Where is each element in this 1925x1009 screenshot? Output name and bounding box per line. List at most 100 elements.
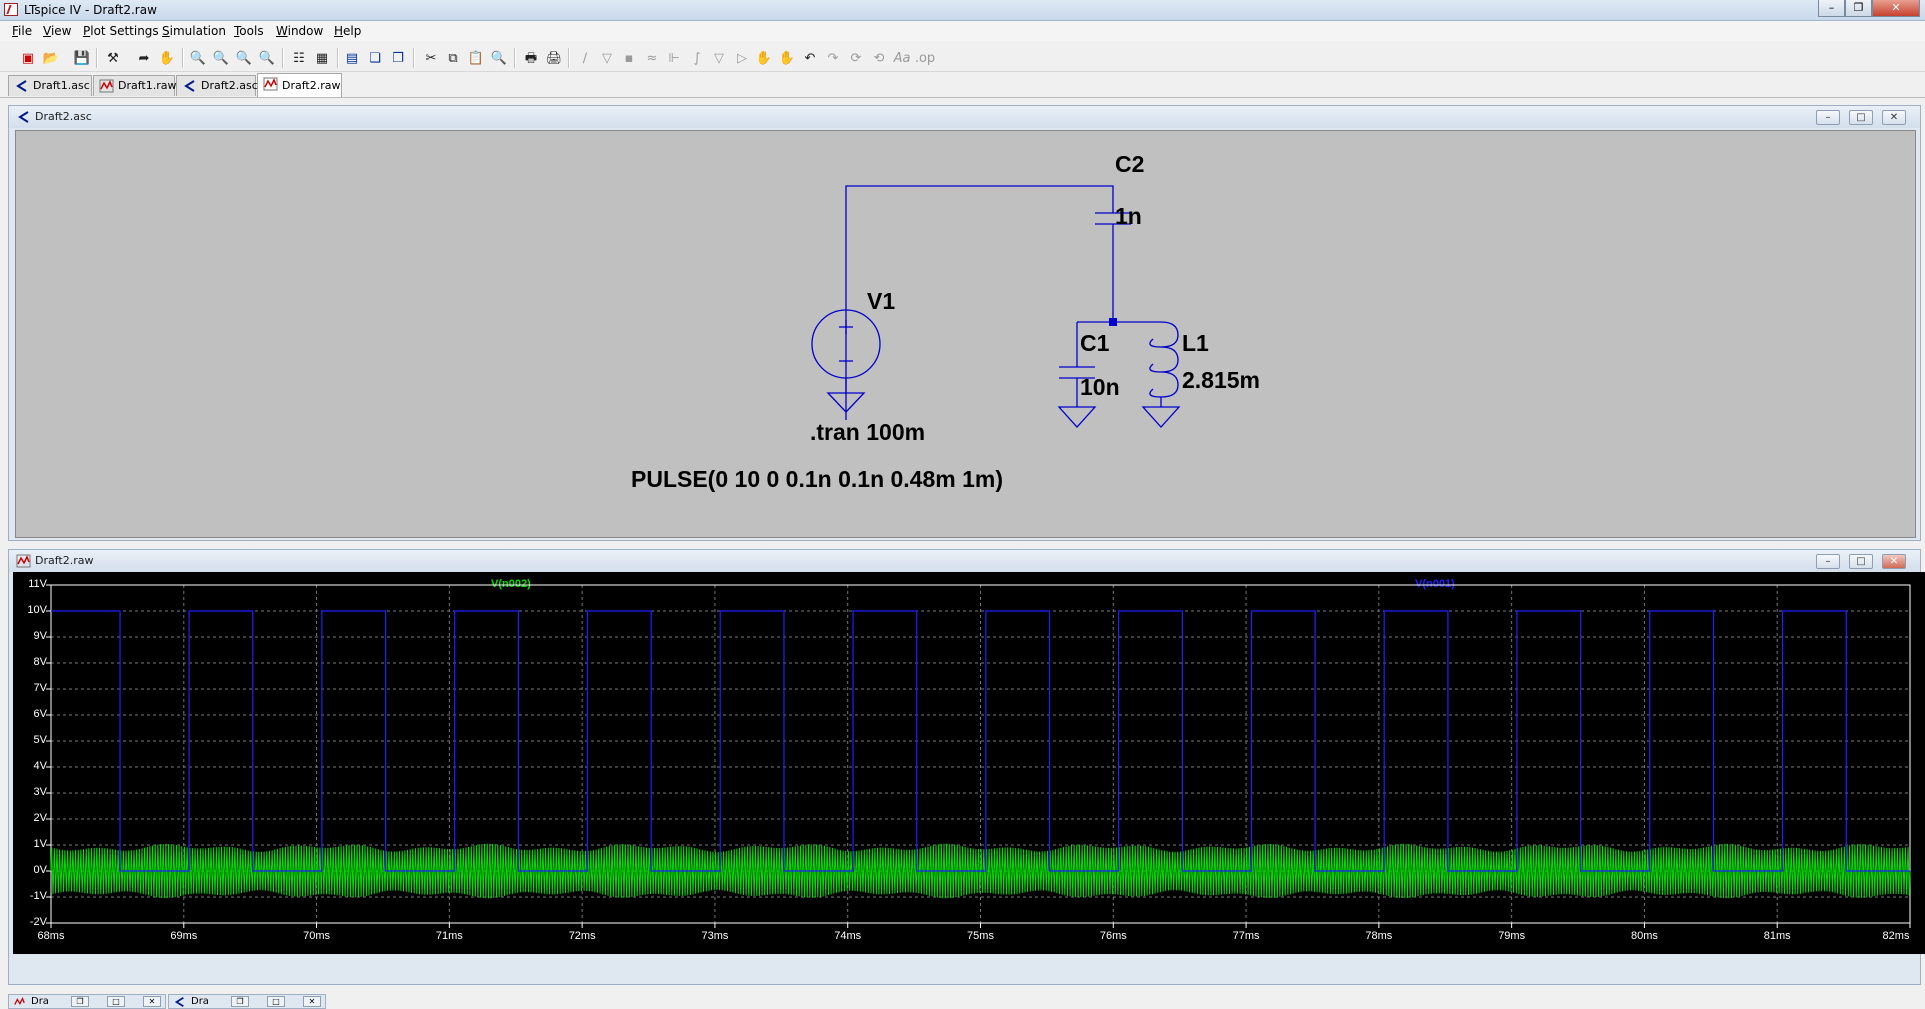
paste-icon[interactable]: 📋 [467,49,485,67]
ground-icon[interactable]: ▽ [598,49,616,67]
tile-horizontal-icon[interactable]: ▤ [343,49,361,67]
print-icon[interactable]: 🖨 [545,49,563,67]
maximize-icon[interactable]: □ [267,996,285,1007]
pan-icon[interactable]: 🔍 [212,49,230,67]
tab-draft1-raw[interactable]: Draft1.raw [93,75,176,96]
schematic-icon [18,111,29,123]
ltspice-app-icon [4,3,18,16]
c2-label[interactable]: C2 [1115,151,1144,178]
waveform-window: Draft2.raw – □ ✕ V(n002) V(n001) 11V 10V 9… [8,549,1925,985]
zoom-in-icon[interactable]: 🔍 [189,49,207,67]
minimized-window[interactable]: Dra ❐ □ ✕ [168,994,326,1009]
inductor-icon[interactable]: ∫ [688,49,706,67]
waveform-window-titlebar[interactable]: Draft2.raw – □ ✕ [9,550,1920,572]
schematic-window-titlebar[interactable]: Draft2.asc – □ ✕ [9,106,1920,128]
tran-directive[interactable]: .tran 100m [810,419,925,446]
menu-plot-settings[interactable]: Plot Settings [83,24,159,38]
cut-icon[interactable]: ✂ [422,49,440,67]
tab-draft2-asc[interactable]: Draft2.asc [176,75,258,96]
mirror-icon[interactable]: ⟲ [870,49,888,67]
spice-directive-icon[interactable]: .op [915,49,935,67]
close-icon[interactable]: ✕ [303,996,321,1007]
c1-label[interactable]: C1 [1080,330,1109,357]
c2-value[interactable]: 1n [1115,203,1142,230]
tab-draft1-asc[interactable]: Draft1.asc [8,75,92,96]
menu-file[interactable]: File [12,24,32,38]
control-panel-icon[interactable]: ⚒ [104,49,122,67]
drag-icon[interactable]: ✋ [778,49,796,67]
menu-bar: File View Plot Settings Simulation Tools… [0,21,1925,41]
menu-view[interactable]: View [43,24,71,38]
ground-symbol [1141,406,1181,428]
restore-icon[interactable]: ❐ [71,996,89,1007]
minimize-button[interactable]: – [1818,0,1845,17]
menu-tools[interactable]: Tools [234,24,264,38]
ground-symbol [1057,406,1097,428]
maximize-icon[interactable]: □ [107,996,125,1007]
schematic-maximize-button[interactable]: □ [1849,110,1873,125]
x-tick-label: 80ms [1630,930,1658,942]
text-icon[interactable]: Aa [893,49,911,67]
tab-draft2-raw[interactable]: Draft2.raw [257,73,342,97]
y-tick-label: 8V [33,656,47,668]
component-icon[interactable]: ▷ [733,49,751,67]
v1-source-value[interactable]: PULSE(0 10 0 0.1n 0.1n 0.48m 1m) [631,466,1003,493]
rotate-icon[interactable]: ⟳ [847,49,865,67]
waveform-icon [16,554,31,568]
menu-simulation[interactable]: Simulation [162,24,226,38]
close-icon[interactable]: ✕ [143,996,161,1007]
label-net-icon[interactable]: ▪ [620,49,638,67]
y-tick-label: 0V [33,864,47,876]
schematic-minimize-button[interactable]: – [1816,110,1840,125]
document-tabs: Draft1.asc Draft1.raw Draft2.asc Draft2.… [0,73,1925,98]
resistor-icon[interactable]: ≈ [643,49,661,67]
c1-value[interactable]: 10n [1080,374,1120,401]
zoom-fit-icon[interactable]: 🔍 [258,49,276,67]
undo-icon[interactable]: ↶ [801,49,819,67]
redo-icon[interactable]: ↷ [824,49,842,67]
schematic-icon [16,80,27,92]
close-button[interactable]: ✕ [1872,0,1920,17]
pick-visible-traces-icon[interactable]: ▦ [313,49,331,67]
tile-vertical-icon[interactable]: ❐ [389,49,407,67]
schematic-canvas[interactable]: C2 1n V1 C1 10n L1 2.815m .tran 100m PUL… [15,130,1916,538]
print-preview-icon[interactable]: 🖶 [522,49,540,67]
plot-svg [46,584,1911,928]
move-icon[interactable]: ✋ [755,49,773,67]
find-icon[interactable]: 🔍 [490,49,508,67]
zoom-out-icon[interactable]: 🔍 [235,49,253,67]
save-icon[interactable]: 💾 [73,49,91,67]
waveform-icon [263,77,278,91]
l1-label[interactable]: L1 [1182,330,1209,357]
l1-value[interactable]: 2.815m [1182,367,1260,394]
waveform-close-button[interactable]: ✕ [1882,554,1906,569]
draw-wire-icon[interactable]: ∕ [576,49,594,67]
waveform-minimize-button[interactable]: – [1816,554,1840,569]
capacitor-icon[interactable]: ⊩ [665,49,683,67]
diode-icon[interactable]: ▽ [710,49,728,67]
title-bar: LTspice IV - Draft2.raw – ❐ ✕ [0,0,1925,21]
run-icon[interactable]: ➦ [135,49,153,67]
autorange-icon[interactable]: ☷ [290,49,308,67]
cascade-icon[interactable]: ❏ [366,49,384,67]
x-tick-label: 78ms [1365,930,1393,942]
junction-dot [1109,318,1117,326]
halt-icon[interactable]: ✋ [158,49,176,67]
restore-icon[interactable]: ❐ [231,996,249,1007]
new-schematic-icon[interactable]: ▣ [19,49,37,67]
minimized-windows-bar: Dra ❐ □ ✕ Dra ❐ □ ✕ [0,993,1925,1009]
menu-help[interactable]: Help [334,24,361,38]
copy-icon[interactable]: ⧉ [444,49,462,67]
schematic-close-button[interactable]: ✕ [1882,110,1906,125]
v1-label[interactable]: V1 [867,288,895,315]
open-icon[interactable]: 📂 [42,49,60,67]
restore-button[interactable]: ❐ [1845,0,1872,17]
y-tick-label: 7V [33,682,47,694]
menu-window[interactable]: Window [276,24,323,38]
schematic-icon [184,80,195,92]
waveform-maximize-button[interactable]: □ [1849,554,1873,569]
y-tick-label: 6V [33,708,47,720]
waveform-plot[interactable]: V(n002) V(n001) 11V 10V 9V 8V 7V 6V 5V 4V 3V 2V 1V… [13,572,1925,954]
x-tick-label: 73ms [701,930,729,942]
minimized-window[interactable]: Dra ❐ □ ✕ [8,994,166,1009]
